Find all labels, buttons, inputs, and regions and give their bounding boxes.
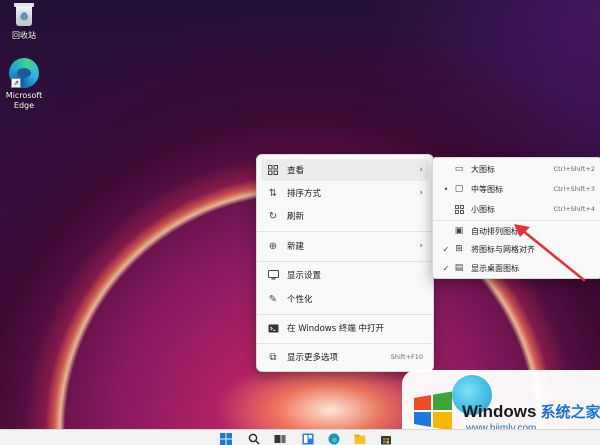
submenu-item-mark: ✓ <box>440 264 452 273</box>
auto-arrange-icon: ▣ <box>452 224 466 238</box>
desktop-icon-label: 回收站 <box>0 31 48 41</box>
search-icon[interactable] <box>248 433 260 445</box>
start-icon[interactable] <box>220 433 232 445</box>
menu-separator <box>257 314 433 315</box>
menu-item-open-terminal[interactable]: 在 Windows 终端 中打开 <box>261 317 429 339</box>
submenu-item-small-icons[interactable]: 小图标 Ctrl+Shift+4 <box>433 199 600 219</box>
sort-icon: ⇅ <box>265 185 281 201</box>
chevron-right-icon: › <box>419 165 423 175</box>
chevron-right-icon: › <box>419 241 423 251</box>
submenu-item-label: 大图标 <box>471 164 495 175</box>
submenu-item-label: 中等图标 <box>471 184 503 195</box>
menu-item-label: 显示更多选项 <box>287 351 338 363</box>
large-icons-icon: ▭ <box>452 162 466 176</box>
windows-logo-icon <box>410 388 456 434</box>
watermark-brand: Windows系统之家 <box>462 401 600 422</box>
refresh-icon: ↻ <box>265 208 281 224</box>
terminal-icon <box>265 320 281 336</box>
menu-item-new[interactable]: ⊕ 新建 › <box>261 235 429 257</box>
menu-item-display-settings[interactable]: 显示设置 <box>261 264 429 286</box>
edge-taskbar-icon[interactable] <box>328 433 340 445</box>
shortcut-arrow-icon: ↗ <box>11 78 21 88</box>
widgets-icon[interactable] <box>302 433 314 445</box>
desktop-icon-recycle-bin[interactable]: ♻ 回收站 <box>0 2 48 41</box>
align-grid-icon: ⊞ <box>452 242 466 256</box>
menu-item-label: 在 Windows 终端 中打开 <box>287 322 384 334</box>
menu-item-label: 显示设置 <box>287 269 321 281</box>
submenu-item-mark: • <box>440 185 452 194</box>
watermark-brand-cn: 系统之家 <box>540 404 600 421</box>
taskbar <box>0 429 600 445</box>
menu-separator <box>257 261 433 262</box>
menu-item-label: 个性化 <box>287 293 313 305</box>
desktop-icon-edge[interactable]: ↗ Microsoft Edge <box>0 58 48 111</box>
new-icon: ⊕ <box>265 238 281 254</box>
desktop-icon-label: Microsoft Edge <box>0 91 48 111</box>
menu-item-refresh[interactable]: ↻ 刷新 <box>261 205 429 227</box>
red-arrow-annotation <box>512 224 588 284</box>
menu-item-view[interactable]: 查看 › <box>261 159 429 181</box>
menu-item-more-options[interactable]: ⧉ 显示更多选项 Shift+F10 <box>261 346 429 368</box>
chevron-right-icon: › <box>419 188 423 198</box>
brush-icon: ✎ <box>265 291 281 307</box>
menu-item-label: 刷新 <box>287 210 304 222</box>
menu-item-shortcut: Shift+F10 <box>391 353 423 361</box>
small-icons-icon <box>452 202 466 216</box>
menu-item-label: 排序方式 <box>287 187 321 199</box>
submenu-item-label: 小图标 <box>471 204 495 215</box>
task-view-icon[interactable] <box>274 433 286 445</box>
submenu-item-large-icons[interactable]: ▭ 大图标 Ctrl+Shift+2 <box>433 159 600 179</box>
grid-icon <box>265 162 281 178</box>
medium-icons-icon: ▢ <box>452 182 466 196</box>
store-icon[interactable] <box>380 433 392 445</box>
menu-item-personalize[interactable]: ✎ 个性化 <box>261 288 429 310</box>
menu-item-sort[interactable]: ⇅ 排序方式 › <box>261 182 429 204</box>
menu-separator <box>257 231 433 232</box>
menu-item-label: 新建 <box>287 240 304 252</box>
menu-separator <box>257 343 433 344</box>
desktop-context-menu: 查看 › ⇅ 排序方式 › ↻ 刷新 ⊕ 新建 › 显示设置 ✎ 个性化 在 W… <box>256 154 434 372</box>
submenu-item-medium-icons[interactable]: • ▢ 中等图标 Ctrl+Shift+3 <box>433 179 600 199</box>
edge-icon: ↗ <box>9 58 39 88</box>
watermark-brand-en: Windows <box>462 402 536 421</box>
show-desktop-icons-icon: ▤ <box>452 261 466 275</box>
submenu-item-shortcut: Ctrl+Shift+4 <box>554 205 595 213</box>
submenu-item-shortcut: Ctrl+Shift+3 <box>554 185 595 193</box>
menu-item-label: 查看 <box>287 164 304 176</box>
submenu-item-mark: ✓ <box>440 245 452 254</box>
file-explorer-icon[interactable] <box>354 433 366 445</box>
submenu-item-shortcut: Ctrl+Shift+2 <box>554 165 595 173</box>
display-settings-icon <box>265 267 281 283</box>
recycle-bin-icon: ♻ <box>13 2 35 28</box>
more-options-icon: ⧉ <box>265 349 281 365</box>
